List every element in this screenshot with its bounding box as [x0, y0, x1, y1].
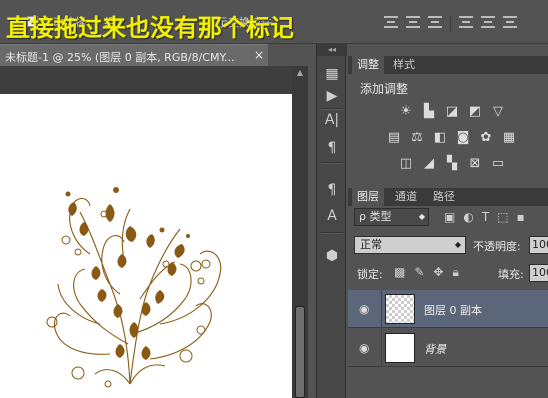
adjustment-row-1: ☀ ▙ ◪ ◩ ▽ [398, 104, 506, 120]
separator [450, 16, 451, 32]
adjustment-row-2: ▤ ⚖ ◧ ◙ ✿ ▦ [386, 130, 517, 146]
3d-icon[interactable]: ⬢ [322, 246, 342, 266]
fill-label: 填充: [498, 268, 524, 281]
threshold-icon[interactable]: ▚ [444, 156, 460, 172]
lock-label: 锁定: [357, 268, 383, 281]
shape-filter-icon[interactable]: ⬚ [497, 210, 508, 224]
blend-mode-select[interactable]: 正常 ◆ [354, 236, 466, 254]
panel-gutter [308, 44, 316, 398]
distribute-icon[interactable] [481, 16, 495, 28]
align-icon[interactable] [428, 16, 442, 28]
document-canvas[interactable] [0, 94, 292, 398]
layers-tab-bar: 图层 通道 路径 [348, 188, 548, 206]
posterize-icon[interactable]: ◢ [421, 156, 437, 172]
photoshop-window: 自动选择: 组 显示变换控件 直接拖过来也没有那个标记 未标题-1 @ 25% … [0, 0, 548, 398]
tab-channels[interactable]: 通道 [390, 188, 422, 206]
opacity-label: 不透明度: [473, 240, 521, 253]
layer-thumbnail [385, 294, 415, 324]
document-tab-title: 未标题-1 @ 25% (图层 0 副本, RGB/8/CMY... [5, 51, 235, 64]
kind-filter-label: ρ 类型 [359, 210, 392, 223]
curves-icon[interactable]: ◪ [444, 104, 460, 120]
actions-icon[interactable]: ▶ [322, 86, 342, 106]
lock-icons: ▩ ✎ ✥ 🔒︎ [394, 265, 459, 280]
selective-color-icon[interactable]: ⊠ [467, 156, 483, 172]
close-icon[interactable]: × [254, 48, 264, 62]
layer-name[interactable]: 图层 0 副本 [424, 302, 482, 318]
separator [321, 162, 343, 164]
color-lookup-icon[interactable]: ▦ [501, 130, 517, 146]
lock-transparent-icon[interactable]: ▩ [394, 265, 405, 280]
smart-object-filter-icon[interactable]: ▪ [517, 210, 525, 224]
history-icon[interactable]: ▦ [322, 64, 342, 84]
distribute-icon[interactable] [459, 16, 473, 28]
layer-kind-filter[interactable]: ρ 类型 ◆ [354, 208, 429, 226]
document-tab[interactable]: 未标题-1 @ 25% (图层 0 副本, RGB/8/CMY... × [0, 44, 268, 66]
gradient-map-icon[interactable]: ▭ [490, 156, 506, 172]
layer-row[interactable]: ◉ 背景 [348, 329, 548, 367]
color-balance-icon[interactable]: ⚖ [409, 130, 425, 146]
paragraph-styles-icon[interactable]: A [322, 206, 342, 226]
layer-name[interactable]: 背景 [424, 341, 446, 357]
align-buttons [384, 16, 517, 32]
blend-mode-value: 正常 [360, 238, 382, 251]
invert-icon[interactable]: ◫ [398, 156, 414, 172]
floral-ornament-graphic [46, 187, 222, 388]
adjustment-row-3: ◫ ◢ ▚ ⊠ ▭ [398, 156, 506, 172]
chevron-down-icon: ◆ [454, 240, 461, 249]
layer-row[interactable]: ◉ 图层 0 副本 [348, 290, 548, 328]
adjustments-tab-bar: 调整 样式 [348, 56, 548, 74]
layers-panel: 图层 通道 路径 ρ 类型 ◆ ▣ ◐ T ⬚ ▪ 正常 ◆ 不透明度: 100… [348, 188, 548, 398]
layer-thumbnail [385, 333, 415, 363]
adjustment-filter-icon[interactable]: ◐ [463, 210, 473, 224]
tab-adjustments[interactable]: 调整 [352, 56, 384, 74]
separator [321, 232, 343, 234]
scrollbar-thumb[interactable] [295, 306, 305, 398]
black-white-icon[interactable]: ◧ [432, 130, 448, 146]
vertical-scrollbar[interactable]: ▲ [292, 66, 308, 398]
lock-image-icon[interactable]: ✎ [414, 265, 424, 280]
align-icon[interactable] [406, 16, 420, 28]
scroll-up-icon[interactable]: ▲ [292, 66, 308, 80]
eye-icon[interactable]: ◉ [359, 302, 369, 316]
opacity-input[interactable]: 100 [529, 236, 548, 254]
align-icon[interactable] [384, 16, 398, 28]
eye-icon[interactable]: ◉ [359, 341, 369, 355]
collapse-icon[interactable]: ◂◂ [317, 44, 347, 56]
photo-filter-icon[interactable]: ◙ [455, 130, 471, 146]
distribute-icon[interactable] [503, 16, 517, 28]
type-filter-icon[interactable]: T [482, 210, 489, 224]
hue-saturation-icon[interactable]: ▤ [386, 130, 402, 146]
chevron-down-icon: ◆ [418, 212, 425, 221]
vibrance-icon[interactable]: ▽ [490, 104, 506, 120]
channel-mixer-icon[interactable]: ✿ [478, 130, 494, 146]
tab-layers[interactable]: 图层 [352, 188, 384, 206]
character-icon[interactable]: A| [322, 110, 342, 130]
tab-bar-empty [268, 44, 308, 66]
overlay-annotation: 直接拖过来也没有那个标记 [6, 14, 294, 42]
adjustments-panel: 调整 样式 添加调整 ☀ ▙ ◪ ◩ ▽ ▤ ⚖ ◧ ◙ ✿ ▦ ◫ ◢ ▚ ⊠… [348, 56, 548, 184]
lock-all-icon[interactable]: 🔒︎ [452, 265, 458, 280]
tab-paths[interactable]: 路径 [428, 188, 460, 206]
layer-filter-icons: ▣ ◐ T ⬚ ▪ [444, 210, 525, 224]
panel-icon-strip: ◂◂ ▦ ▶ A| ¶ ¶ A ⬢ [316, 44, 347, 398]
canvas-pasteboard [0, 66, 292, 94]
character-styles-icon[interactable]: ¶ [322, 180, 342, 200]
add-adjustment-title: 添加调整 [360, 82, 409, 96]
paragraph-icon[interactable]: ¶ [322, 138, 342, 158]
exposure-icon[interactable]: ◩ [467, 104, 483, 120]
brightness-contrast-icon[interactable]: ☀ [398, 104, 414, 120]
lock-position-icon[interactable]: ✥ [433, 265, 443, 280]
fill-input[interactable]: 100 [529, 264, 548, 282]
levels-icon[interactable]: ▙ [421, 104, 437, 120]
pixel-filter-icon[interactable]: ▣ [444, 210, 455, 224]
tab-styles[interactable]: 样式 [388, 56, 420, 74]
